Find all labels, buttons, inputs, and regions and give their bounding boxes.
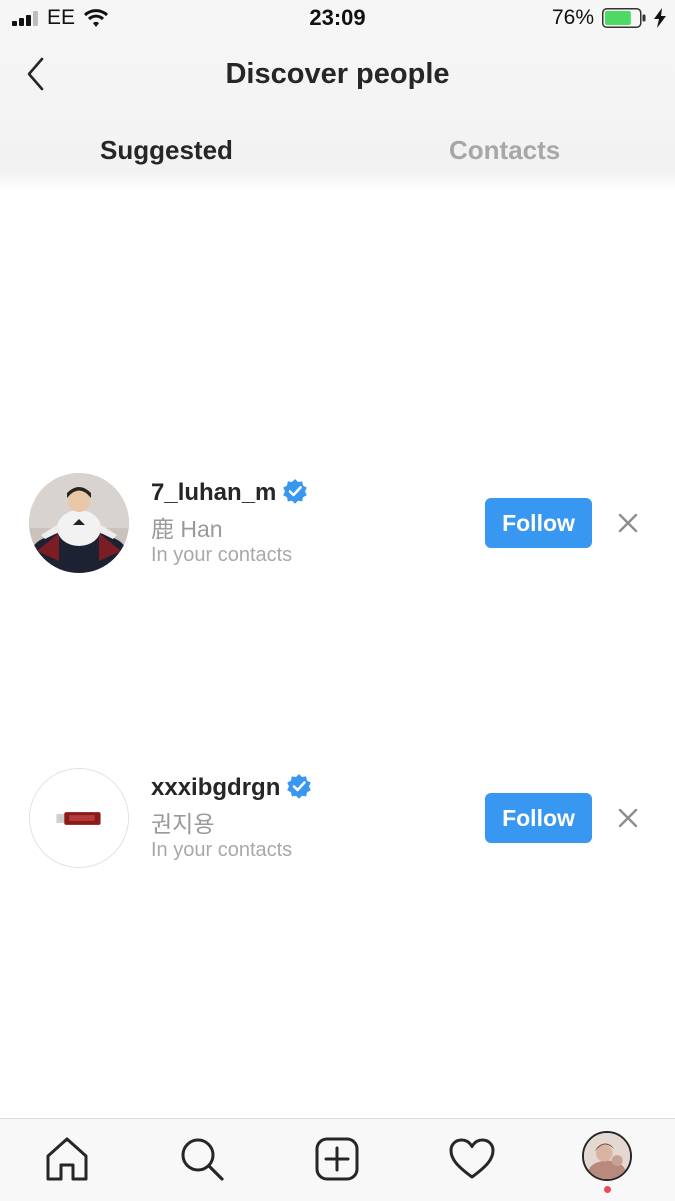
- suggestion-context: In your contacts: [151, 544, 293, 566]
- close-icon[interactable]: [617, 807, 639, 829]
- avatar[interactable]: [29, 473, 129, 573]
- charging-icon: [654, 8, 666, 28]
- profile-photo-icon: [584, 1133, 630, 1179]
- follow-button[interactable]: Follow: [485, 498, 592, 548]
- close-icon[interactable]: [617, 512, 639, 534]
- suggestion-row: xxxibgdrgn 권지용 In your contacts Follow: [0, 765, 675, 875]
- add-post-icon[interactable]: [313, 1135, 361, 1183]
- full-name: 鹿 Han: [151, 516, 223, 542]
- verified-badge-icon: [287, 774, 312, 799]
- username[interactable]: 7_luhan_m: [151, 478, 308, 507]
- battery-icon: [602, 8, 646, 28]
- suggestion-context: In your contacts: [151, 839, 293, 861]
- suggestion-row: 7_luhan_m 鹿 Han In your contacts Follow: [0, 470, 675, 580]
- status-bar: EE 23:09 76%: [0, 0, 675, 38]
- tab-suggested[interactable]: Suggested: [100, 135, 233, 166]
- battery-level: [605, 11, 631, 25]
- full-name: 권지용: [151, 811, 215, 837]
- username-text: 7_luhan_m: [151, 479, 277, 506]
- heart-icon[interactable]: [448, 1135, 496, 1183]
- home-icon[interactable]: [43, 1135, 91, 1183]
- tab-contacts[interactable]: Contacts: [449, 135, 560, 166]
- search-icon[interactable]: [178, 1135, 226, 1183]
- username-text: xxxibgdrgn: [151, 774, 281, 801]
- battery-percent: 76%: [552, 6, 595, 29]
- profile-photo-icon: [29, 473, 129, 573]
- bottom-tab-bar: [0, 1118, 675, 1201]
- page-title: Discover people: [225, 58, 450, 90]
- follow-button[interactable]: Follow: [485, 793, 592, 843]
- verified-badge-icon: [283, 479, 308, 504]
- avatar[interactable]: [29, 768, 129, 868]
- usb-drive-icon: [30, 769, 128, 867]
- top-area: EE 23:09 76% Discover people Suggested C…: [0, 0, 675, 190]
- notification-dot: [604, 1186, 611, 1193]
- username[interactable]: xxxibgdrgn: [151, 773, 312, 802]
- profile-avatar[interactable]: [582, 1131, 632, 1181]
